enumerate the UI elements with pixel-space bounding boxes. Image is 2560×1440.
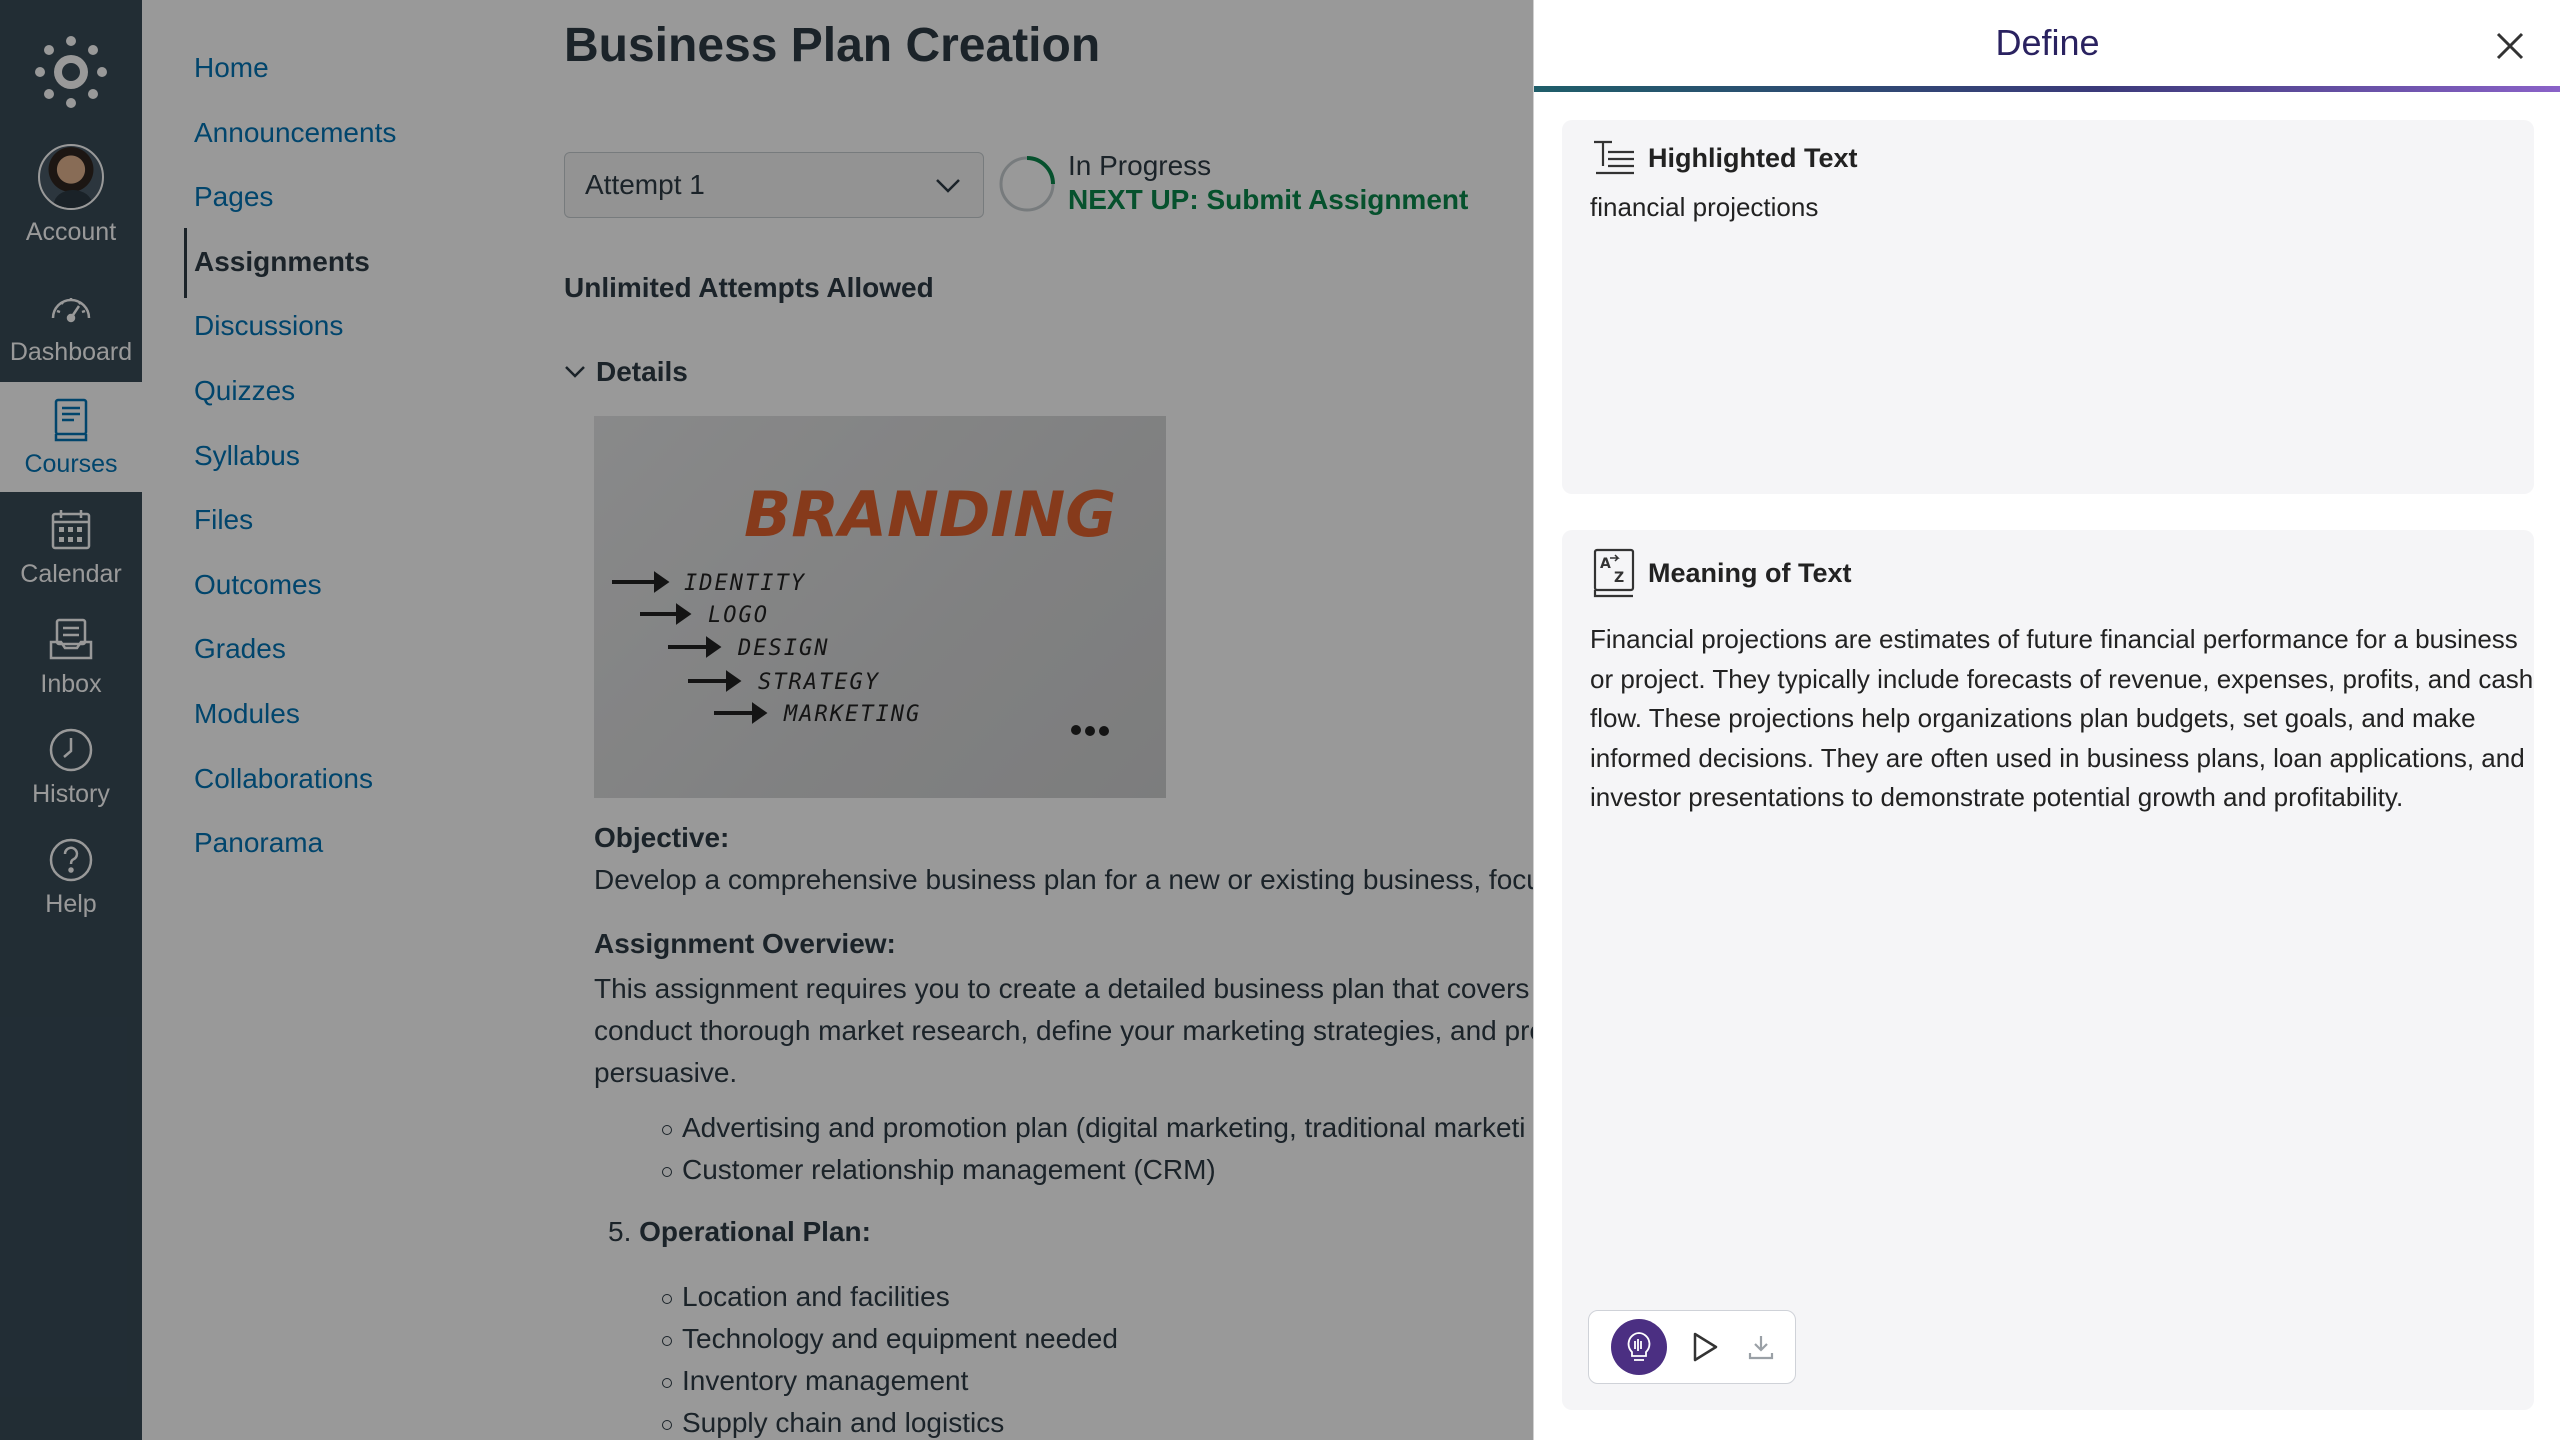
meaning-line: flow. These projections help organizatio… <box>1590 703 2476 733</box>
modal-overlay[interactable] <box>0 0 1533 1440</box>
highlighted-text-value: financial projections <box>1590 192 1819 222</box>
meaning-card: A Z Meaning of Text Financial projection… <box>1562 530 2534 1410</box>
close-icon[interactable] <box>2492 28 2528 64</box>
svg-text:A: A <box>1600 556 1611 572</box>
meaning-heading: Meaning of Text <box>1648 557 1852 588</box>
panel-accent-bar <box>1534 86 2560 92</box>
highlighted-text-header: Highlighted Text <box>1592 138 1858 178</box>
dictionary-icon: A Z <box>1593 548 1635 598</box>
text-to-speech-button[interactable] <box>1611 1319 1667 1375</box>
meaning-header: A Z Meaning of Text <box>1592 548 1852 598</box>
download-button[interactable] <box>1743 1329 1779 1365</box>
highlighted-text-heading: Highlighted Text <box>1648 142 1858 173</box>
speech-bulb-icon <box>1627 1332 1651 1361</box>
download-icon <box>1748 1336 1774 1360</box>
audio-controls <box>1588 1310 1796 1384</box>
meaning-line: informed decisions. They are often used … <box>1590 742 2525 773</box>
highlighted-text-card: Highlighted Text financial projections <box>1562 120 2534 494</box>
define-panel-title: Define <box>1995 22 2100 63</box>
play-button[interactable] <box>1687 1329 1723 1365</box>
define-panel: Define Highlighted Text financial projec… <box>1533 0 2560 1440</box>
meaning-line: or project. They typically include forec… <box>1590 663 2534 694</box>
meaning-text: Financial projections are estimates of f… <box>1590 620 2534 818</box>
svg-text:Z: Z <box>1614 570 1624 586</box>
text-lines-icon <box>1594 140 1634 175</box>
play-icon <box>1693 1332 1718 1362</box>
meaning-line: investor presentations to demonstrate po… <box>1590 782 2404 812</box>
meaning-line: Financial projections are estimates of f… <box>1590 624 2518 654</box>
